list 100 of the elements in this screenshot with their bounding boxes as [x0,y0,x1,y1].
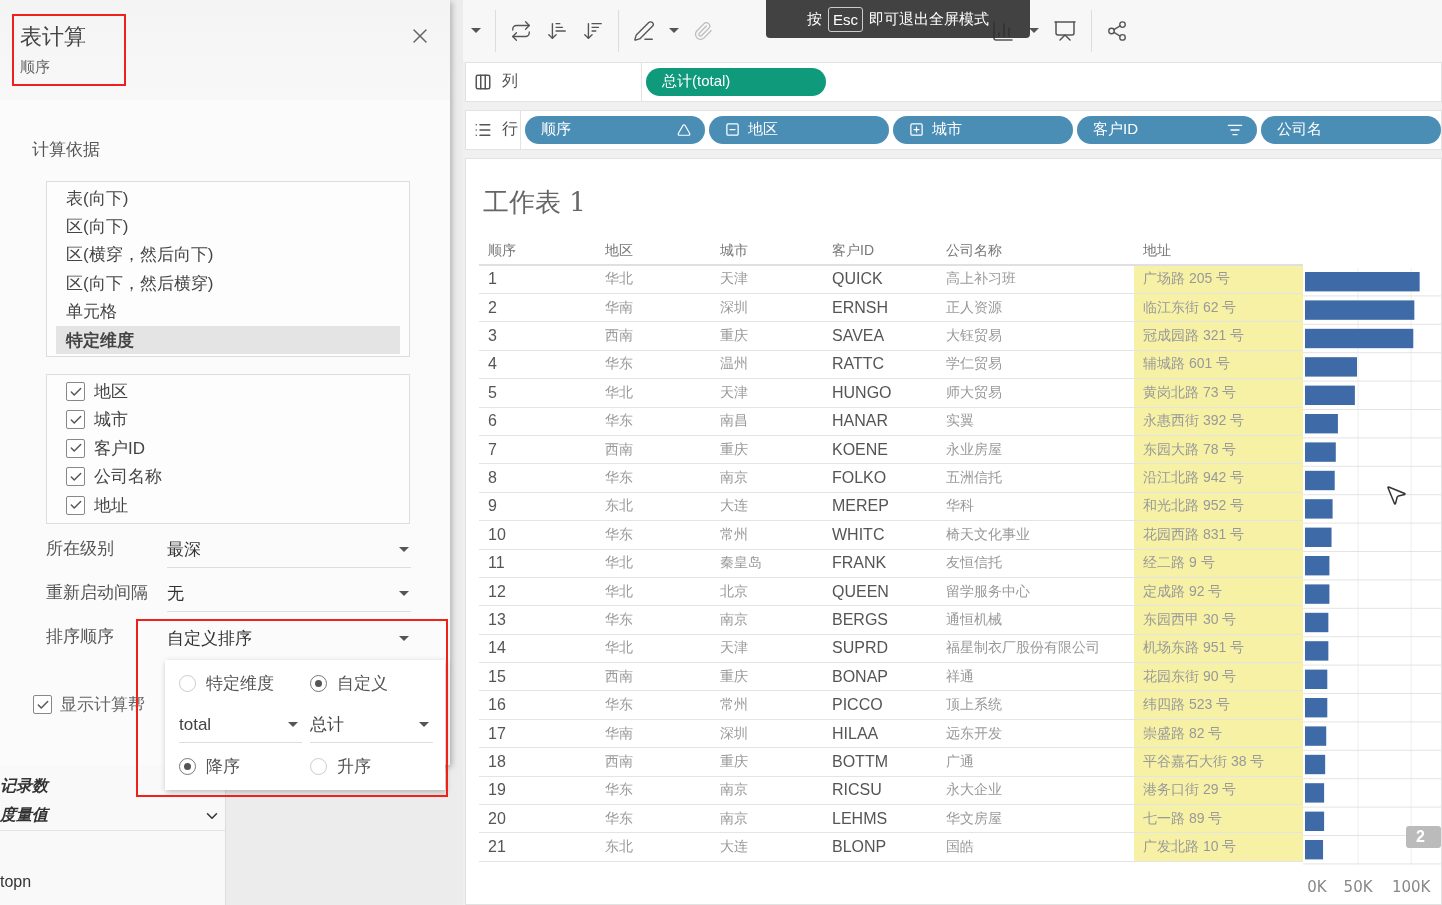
table-cell: 临江东街 62 号 [1134,294,1303,323]
table-cell: MEREP [823,492,937,522]
field-item[interactable]: 记录数 [0,775,48,797]
expand-icon [909,122,924,138]
table-cell: 深圳 [711,294,823,323]
checkbox[interactable] [66,382,85,402]
list-item[interactable]: 特定维度 [56,325,400,355]
table-cell: 常州 [711,691,823,720]
table-cell: KOENE [823,435,937,465]
table-cell: 华东 [596,407,711,436]
shelf-label: 行 [502,119,518,140]
bar [1305,584,1330,604]
table-cell: 6 [479,407,596,436]
setting-label: 排序顺序 [46,626,115,649]
table-cell: 12 [479,577,596,607]
checkbox[interactable] [66,438,85,458]
dropdown[interactable]: 最深 [167,532,411,569]
table-cell: 14 [479,634,596,664]
table-cell: FOLKO [823,464,937,493]
toast-text: 即可退出全屏模式 [869,9,989,29]
bar [1305,442,1336,462]
checkbox-label: 客户ID [94,437,145,460]
caret-icon[interactable] [471,28,481,34]
table-cell: 华东 [596,691,711,720]
field-pill[interactable]: 城市 [893,115,1073,144]
table-cell: 辅城路 601 号 [1134,350,1303,380]
table-cell: RICSU [823,776,937,806]
table-cell: BOTTM [823,748,937,777]
table-cell: 重庆 [711,748,823,777]
field-pill[interactable]: 顺序 [525,115,705,144]
bar [1305,754,1326,774]
table-cell: 10 [479,521,596,550]
table-cell: 华北 [596,634,711,664]
table-cell: 华北 [596,549,711,578]
table-cell: SUPRD [823,634,937,664]
table-cell: FRANK [823,549,937,578]
checkbox-label: 城市 [94,409,128,432]
collapse-icon [725,122,740,138]
table-cell: 沿江北路 942 号 [1134,464,1303,493]
table-cell: 8 [479,464,596,493]
list-item[interactable]: 表(向下) [56,184,400,213]
presentation-icon[interactable] [1053,18,1077,43]
list-item[interactable]: 单元格 [56,297,400,326]
pen-icon[interactable] [633,19,655,42]
bar [1305,612,1329,632]
table-cell: 天津 [711,634,823,664]
table-cell: 20 [479,805,596,834]
checkbox[interactable] [66,495,85,515]
table-cell: 华南 [596,294,711,323]
radio-label: 自定义 [337,673,388,695]
checkbox[interactable] [33,695,52,715]
esc-key: Esc [828,6,863,32]
table-cell: 华东 [596,776,711,806]
table-cell: 华北 [596,577,711,607]
bar [1305,697,1328,717]
checkbox[interactable] [66,467,85,487]
table-cell: 5 [479,379,596,408]
field-item[interactable]: topn [0,873,32,891]
caret-icon[interactable] [669,28,679,34]
table-cell: 重庆 [711,322,823,351]
list-item[interactable]: 区(向下，然后横穿) [56,269,400,298]
field-pill[interactable]: 客户ID [1077,115,1257,144]
paperclip-icon[interactable] [693,20,713,41]
list-item[interactable]: 区(横穿，然后向下) [56,240,400,270]
bar [1305,356,1357,377]
section-label: 计算依据 [32,139,100,161]
table-cell: 秦皇岛 [711,549,823,578]
field-pill[interactable]: 公司名 [1261,115,1441,144]
checkbox[interactable] [66,410,85,430]
swap-icon[interactable] [510,19,532,42]
axis-label: 50K [1343,878,1373,896]
table-cell: BERGS [823,606,937,635]
table-cell: BONAP [823,663,937,692]
field-pill[interactable]: 地区 [709,115,889,144]
dropdown[interactable]: total [179,707,302,743]
dropdown[interactable]: 总计 [310,707,433,743]
table-cell: HUNGO [823,379,937,408]
table-cell: 16 [479,691,596,720]
table-cell: 纬四路 523 号 [1134,691,1303,720]
dropdown[interactable]: 自定义排序 [167,620,411,657]
table-cell: 东北 [596,492,711,522]
bar [1305,726,1327,746]
list-item[interactable]: 区(向下) [56,212,400,241]
table-cell: 重庆 [711,663,823,692]
column-header: 顺序 [479,237,596,266]
table-cell: 重庆 [711,435,823,465]
bar [1305,527,1332,547]
share-icon[interactable] [1106,19,1128,42]
table-cell: BLONP [823,833,937,862]
columns-icon [474,72,492,91]
table-cell: 崇盛路 82 号 [1134,719,1303,749]
axis-label: 0K [1307,878,1327,896]
field-item[interactable]: 度量值 [0,805,48,826]
dropdown[interactable]: 无 [167,576,411,613]
bar [1305,385,1355,405]
table-cell: HILAA [823,719,937,749]
field-pill[interactable]: 总计(total) [646,67,826,96]
table-cell: 4 [479,350,596,380]
table-cell: 港务口街 29 号 [1134,776,1303,806]
mouse-cursor-icon [1384,483,1408,507]
